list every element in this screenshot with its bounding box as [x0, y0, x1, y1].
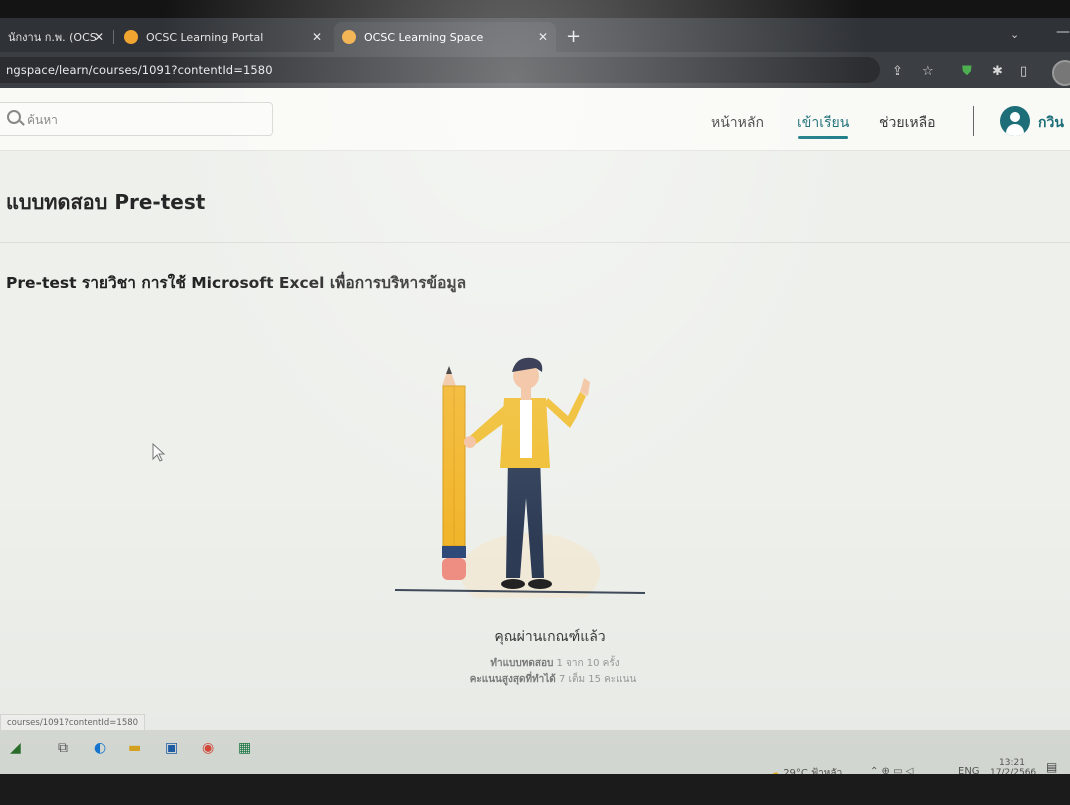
browser-tab-strip: นักงาน ก.พ. (OCS ✕ OCSC Learning Portal …	[0, 0, 1070, 52]
share-icon[interactable]: ⇪	[892, 64, 903, 79]
score-value: 7 เต็ม 15 คะแนน	[558, 674, 637, 685]
pencil-person-illustration	[394, 357, 646, 598]
tab-list-chevron-icon[interactable]: ⌄	[1010, 28, 1019, 41]
tab-title: นักงาน ก.พ. (OCS	[8, 31, 97, 44]
task-view-icon[interactable]: ⧉	[58, 740, 68, 756]
search-placeholder: ค้นหา	[27, 113, 58, 127]
screen: นักงาน ก.พ. (OCS ✕ OCSC Learning Portal …	[0, 0, 1070, 805]
profile-avatar[interactable]	[1052, 60, 1070, 86]
close-icon[interactable]: ✕	[312, 30, 322, 44]
site-header: ค้นหา หน้าหลัก เข้าเรียน ช่วยเหลือ กวิน	[0, 88, 1070, 151]
address-bar[interactable]: ngspace/learn/courses/1091?contentId=158…	[0, 57, 880, 83]
attempts-label: ทำแบบทดสอบ	[490, 658, 554, 669]
excel-icon[interactable]: ▦	[238, 740, 251, 756]
clock-time: 13:21	[999, 758, 1025, 768]
active-nav-indicator	[798, 136, 848, 139]
page-title: แบบทดสอบ Pre-test	[6, 190, 206, 214]
tab-ocsc-1[interactable]: นักงาน ก.พ. (OCS ✕	[0, 22, 112, 52]
store-icon[interactable]: ▣	[165, 740, 178, 756]
tab-ocsc-learning-portal[interactable]: OCSC Learning Portal ✕	[116, 22, 330, 52]
ocsc-favicon-icon	[124, 30, 138, 44]
user-name[interactable]: กวิน	[1038, 112, 1064, 134]
score-line: คะแนนสูงสุดที่ทำได้ 7 เต็ม 15 คะแนน	[0, 672, 1070, 687]
browser-toolbar: ngspace/learn/courses/1091?contentId=158…	[0, 52, 1070, 88]
score-label: คะแนนสูงสุดที่ทำได้	[469, 674, 556, 685]
nav-learn[interactable]: เข้าเรียน	[797, 112, 849, 134]
nav-home[interactable]: หน้าหลัก	[711, 112, 764, 134]
user-avatar-icon[interactable]	[1000, 106, 1030, 136]
notification-icon[interactable]: ▤	[1046, 760, 1057, 774]
close-icon[interactable]: ✕	[538, 30, 548, 44]
mouse-cursor-icon	[152, 443, 166, 462]
ocsc-favicon-icon	[342, 30, 356, 44]
new-tab-button[interactable]: +	[566, 26, 581, 47]
monitor-bezel	[0, 774, 1070, 805]
attempts-value: 1 จาก 10 ครั้ง	[556, 658, 620, 669]
file-explorer-icon[interactable]: ▬	[128, 740, 141, 756]
edge-icon[interactable]: ◐	[94, 740, 106, 756]
minimize-button[interactable]: —	[1056, 24, 1070, 40]
start-icon[interactable]: ◢	[10, 740, 21, 756]
nav-divider	[973, 106, 974, 136]
chrome-icon[interactable]: ◉	[202, 740, 214, 756]
attempts-line: ทำแบบทดสอบ 1 จาก 10 ครั้ง	[0, 656, 1070, 671]
close-icon[interactable]: ✕	[94, 30, 104, 44]
side-panel-icon[interactable]: ▯	[1020, 64, 1027, 79]
tab-ocsc-learning-space[interactable]: OCSC Learning Space ✕	[334, 22, 556, 52]
tab-title: OCSC Learning Space	[364, 30, 484, 44]
url-text[interactable]: ngspace/learn/courses/1091?contentId=158…	[6, 63, 273, 77]
tab-separator	[113, 30, 114, 44]
exam-name: Pre-test รายวิชา การใช้ Microsoft Excel …	[6, 274, 467, 292]
extensions-puzzle-icon[interactable]: ✱	[992, 64, 1003, 79]
result-title: คุณผ่านเกณฑ์แล้ว	[494, 629, 606, 645]
bookmark-star-icon[interactable]: ☆	[922, 64, 934, 79]
shield-extension-icon[interactable]: ⛊	[962, 64, 972, 79]
tab-title: OCSC Learning Portal	[146, 30, 264, 44]
search-icon	[7, 110, 21, 124]
nav-help[interactable]: ช่วยเหลือ	[879, 112, 936, 134]
search-input[interactable]: ค้นหา	[0, 102, 273, 136]
title-divider	[0, 242, 1070, 243]
